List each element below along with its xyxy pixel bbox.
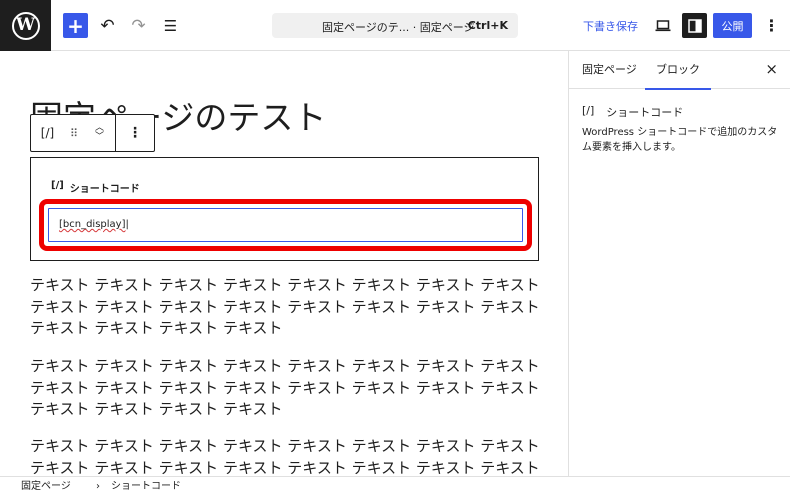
drag-handle-icon[interactable]: ⠿ bbox=[64, 115, 84, 151]
command-shortcut: Ctrl+K bbox=[467, 19, 508, 32]
publish-button[interactable]: 公開 bbox=[713, 13, 752, 38]
save-draft-button[interactable]: 下書き保存 bbox=[583, 18, 638, 34]
shortcode-input-value: [bcn_display] bbox=[59, 219, 126, 230]
breadcrumb-item-page[interactable]: 固定ページ bbox=[21, 477, 71, 496]
add-block-button[interactable]: + bbox=[63, 13, 88, 38]
block-type-button[interactable]: [/] bbox=[31, 115, 64, 151]
sidebar-toggle-icon bbox=[687, 18, 702, 33]
shortcode-block-label: [/] ショートコード bbox=[51, 180, 140, 195]
shortcode-input[interactable]: [bcn_display]| bbox=[48, 208, 523, 242]
redo-icon[interactable]: ↷ bbox=[126, 13, 151, 38]
highlight-annotation: [bcn_display]| bbox=[39, 199, 532, 251]
wordpress-logo-button[interactable]: W bbox=[0, 0, 51, 51]
breadcrumb-separator: › bbox=[96, 481, 100, 492]
preview-button[interactable] bbox=[650, 13, 675, 38]
move-down-icon[interactable]: ﹀ bbox=[95, 133, 104, 142]
shortcode-block[interactable]: [/] ショートコード [bcn_display]| bbox=[30, 157, 539, 261]
more-options-icon[interactable]: ⋮ bbox=[759, 13, 784, 38]
breadcrumb-item-shortcode: ショートコード bbox=[111, 481, 181, 492]
sidebar-tabs: 固定ページ ブロック × bbox=[569, 51, 790, 90]
block-card-description: WordPress ショートコードで追加のカスタム要素を挿入します。 bbox=[582, 127, 778, 153]
move-buttons: ︿ ﹀ bbox=[84, 115, 116, 151]
list-view-icon[interactable]: ☰ bbox=[158, 13, 183, 38]
shortcode-label-text: ショートコード bbox=[69, 184, 140, 195]
paragraph-block[interactable]: テキスト テキスト テキスト テキスト テキスト テキスト テキスト テキスト … bbox=[30, 275, 545, 340]
close-icon[interactable]: × bbox=[765, 62, 778, 77]
editor-canvas: 固定ページのテスト [/] ⠿ ︿ ﹀ ⋮ [/] ショートコード [bcn_d… bbox=[0, 51, 568, 476]
editor-header: W + ↶ ↷ ☰ 固定ページのテ... · 固定ページ Ctrl+K 下書き保… bbox=[0, 0, 790, 51]
paragraph-block[interactable]: テキスト テキスト テキスト テキスト テキスト テキスト テキスト テキスト … bbox=[30, 356, 545, 421]
document-title: 固定ページのテ... · 固定ページ bbox=[322, 21, 475, 34]
undo-icon[interactable]: ↶ bbox=[95, 13, 120, 38]
tab-block[interactable]: ブロック bbox=[645, 51, 711, 90]
paragraph-block[interactable]: テキスト テキスト テキスト テキスト テキスト テキスト テキスト テキスト … bbox=[30, 436, 545, 476]
wordpress-logo-icon: W bbox=[11, 11, 40, 40]
block-options-icon[interactable]: ⋮ bbox=[116, 115, 154, 151]
shortcode-icon: [/] bbox=[51, 180, 64, 191]
tab-page[interactable]: 固定ページ bbox=[582, 51, 637, 89]
block-card-header: [/] ショートコード bbox=[582, 104, 683, 120]
block-breadcrumb: 固定ページ › ショートコード bbox=[0, 476, 790, 496]
laptop-icon bbox=[655, 19, 670, 31]
block-toolbar: [/] ⠿ ︿ ﹀ ⋮ bbox=[30, 114, 155, 152]
settings-sidebar: 固定ページ ブロック × [/] ショートコード WordPress ショートコ… bbox=[568, 51, 790, 476]
shortcode-icon: [/] bbox=[582, 104, 595, 117]
block-card-title: ショートコード bbox=[606, 106, 684, 119]
settings-button[interactable] bbox=[682, 13, 707, 38]
document-bar[interactable]: 固定ページのテ... · 固定ページ Ctrl+K bbox=[272, 13, 518, 38]
